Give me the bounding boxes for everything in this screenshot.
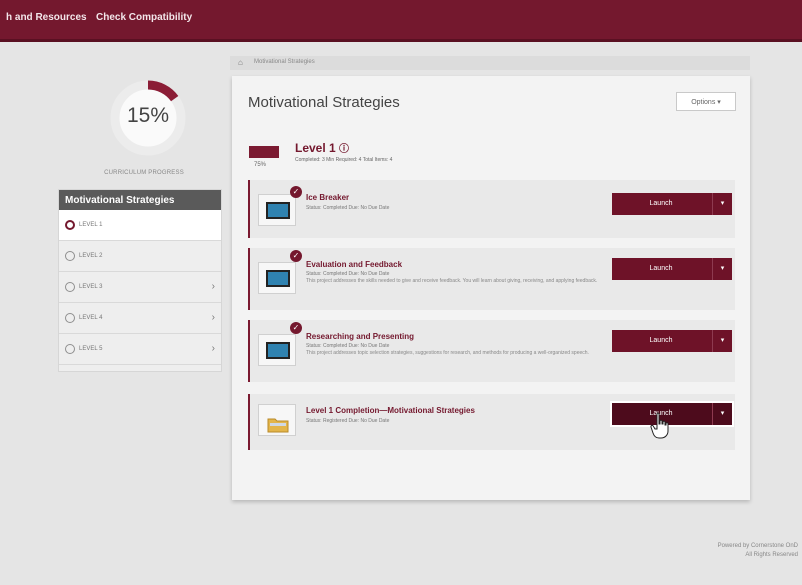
page-title: Motivational Strategies xyxy=(248,94,400,111)
course-row: ✓ Ice Breaker Status: Completed Due: No … xyxy=(248,180,735,238)
launch-label: Launch xyxy=(649,337,673,344)
hand-cursor-icon xyxy=(650,412,669,439)
launch-menu-caret-icon[interactable]: ▾ xyxy=(712,193,732,215)
radio-icon xyxy=(65,251,75,261)
course-title[interactable]: Evaluation and Feedback xyxy=(306,260,402,269)
course-status: Status: Completed Due: No Due Date xyxy=(306,205,390,211)
sidebar-item-level-1[interactable]: LEVEL 1 xyxy=(59,210,221,241)
launch-button[interactable]: Launch ▾ xyxy=(612,330,732,352)
nav-link-check-compatibility[interactable]: Check Compatibility xyxy=(96,12,192,23)
chevron-right-icon: › xyxy=(211,343,215,354)
sidebar-item-label: LEVEL 4 xyxy=(79,315,103,321)
chevron-right-icon: › xyxy=(211,312,215,323)
launch-menu-caret-icon[interactable]: ▾ xyxy=(712,330,732,352)
launch-menu-caret-icon[interactable]: ▾ xyxy=(712,403,732,425)
footer-powered-by: Powered by Cornerstone OnD xyxy=(717,543,798,549)
course-thumbnail xyxy=(258,262,296,294)
level-sidebar: Motivational Strategies LEVEL 1 LEVEL 2 … xyxy=(58,189,222,372)
home-icon[interactable]: ⌂ xyxy=(238,58,243,67)
radio-icon xyxy=(65,282,75,292)
launch-label: Launch xyxy=(649,265,673,272)
level-meta: Completed: 3 Min Required: 4 Total Items… xyxy=(295,157,393,163)
launch-button[interactable]: Launch ▾ xyxy=(610,401,734,427)
course-description: This project addresses topic selection s… xyxy=(306,350,589,356)
sidebar-item-level-3[interactable]: LEVEL 3 › xyxy=(59,272,221,303)
course-thumbnail xyxy=(258,404,296,436)
folder-icon xyxy=(267,418,289,433)
course-description: This project addresses the skills needed… xyxy=(306,278,598,284)
course-status: Status: Registered Due: No Due Date xyxy=(306,418,390,424)
sidebar-item-level-5[interactable]: LEVEL 5 › xyxy=(59,334,221,365)
nav-link-resources[interactable]: h and Resources xyxy=(6,12,87,23)
radio-icon xyxy=(65,313,75,323)
sidebar-item-label: LEVEL 2 xyxy=(79,253,103,259)
launch-label: Launch xyxy=(649,200,673,207)
level-title: Level 1 ⓘ xyxy=(295,140,349,155)
footer-rights: All Rights Reserved xyxy=(745,552,798,558)
course-thumbnail xyxy=(258,194,296,226)
course-row: ✓ Researching and Presenting Status: Com… xyxy=(248,320,735,382)
curriculum-progress-ring: 15% xyxy=(108,78,188,158)
curriculum-card: Motivational Strategies Options ▾ 75% Le… xyxy=(232,76,750,500)
launch-button[interactable]: Launch ▾ xyxy=(612,258,732,280)
sidebar-item-label: LEVEL 5 xyxy=(79,346,103,352)
level-progress-swatch xyxy=(249,146,279,158)
level-title-text: Level 1 xyxy=(295,141,336,155)
course-row: ✓ Evaluation and Feedback Status: Comple… xyxy=(248,248,735,310)
course-title[interactable]: Level 1 Completion—Motivational Strategi… xyxy=(306,406,475,415)
sidebar-heading: Motivational Strategies xyxy=(59,190,221,210)
course-status: Status: Completed Due: No Due Date xyxy=(306,271,390,277)
launch-button[interactable]: Launch ▾ xyxy=(612,193,732,215)
footer: Powered by Cornerstone OnD All Rights Re… xyxy=(718,542,798,560)
sidebar-item-level-2[interactable]: LEVEL 2 xyxy=(59,241,221,272)
breadcrumb-current: Motivational Strategies xyxy=(254,59,315,65)
options-button[interactable]: Options ▾ xyxy=(676,92,736,111)
course-status: Status: Completed Due: No Due Date xyxy=(306,343,390,349)
completed-check-icon: ✓ xyxy=(290,250,302,262)
course-thumbnail xyxy=(258,334,296,366)
progress-percent: 15% xyxy=(126,104,170,127)
top-nav-bar: h and Resources Check Compatibility xyxy=(0,0,802,42)
monitor-icon xyxy=(266,342,290,359)
completed-check-icon: ✓ xyxy=(290,186,302,198)
monitor-icon xyxy=(266,202,290,219)
sidebar-item-level-4[interactable]: LEVEL 4 › xyxy=(59,303,221,334)
info-icon[interactable]: ⓘ xyxy=(339,144,349,155)
course-title[interactable]: Researching and Presenting xyxy=(306,332,414,341)
radio-icon xyxy=(65,344,75,354)
monitor-icon xyxy=(266,270,290,287)
chevron-right-icon: › xyxy=(211,281,215,292)
progress-caption: CURRICULUM PROGRESS xyxy=(104,170,184,176)
radio-active-icon xyxy=(65,220,75,230)
completed-check-icon: ✓ xyxy=(290,322,302,334)
level-percent: 75% xyxy=(254,162,267,168)
launch-menu-caret-icon[interactable]: ▾ xyxy=(712,258,732,280)
sidebar-item-label: LEVEL 3 xyxy=(79,284,103,290)
sidebar-item-label: LEVEL 1 xyxy=(79,222,103,228)
breadcrumb: ⌂ Motivational Strategies xyxy=(230,56,750,70)
course-title[interactable]: Ice Breaker xyxy=(306,193,349,202)
